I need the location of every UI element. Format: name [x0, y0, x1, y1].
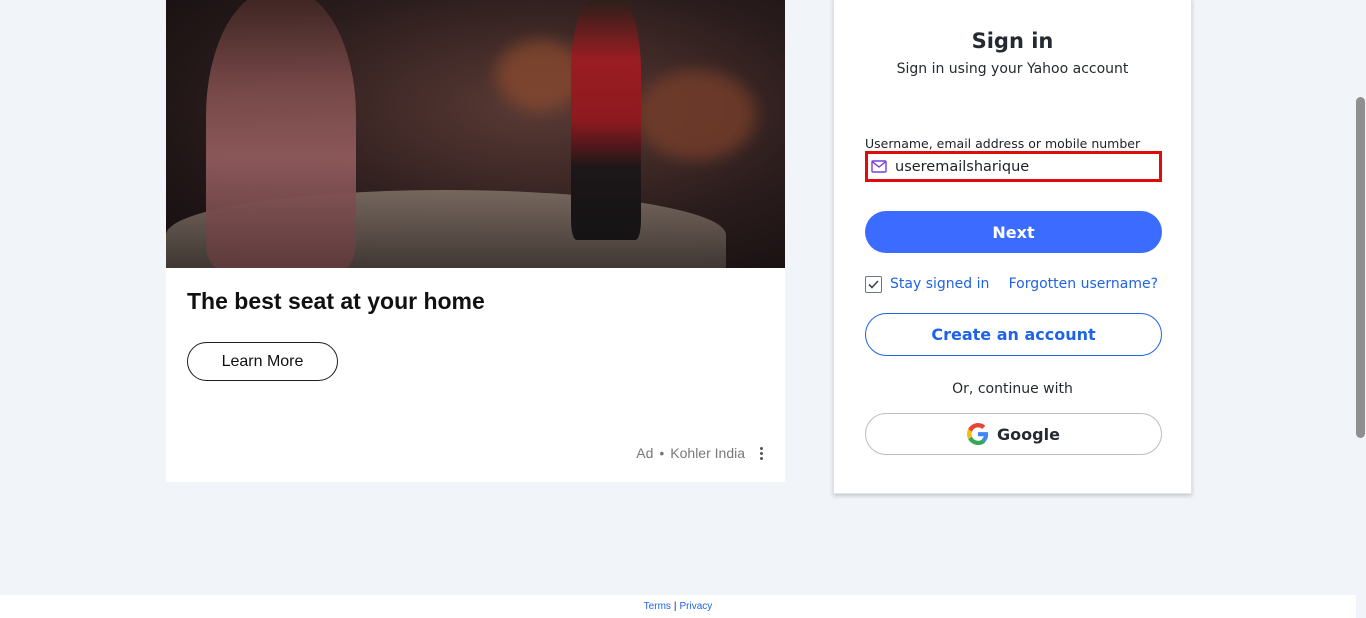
stay-signed-in-label[interactable]: Stay signed in — [890, 276, 989, 292]
ad-meta: Ad • Kohler India — [636, 445, 767, 461]
footer: Terms | Privacy — [0, 595, 1356, 618]
next-button[interactable]: Next — [865, 211, 1162, 253]
woman-figure — [206, 0, 356, 268]
privacy-link[interactable]: Privacy — [680, 601, 713, 612]
google-icon — [967, 423, 989, 445]
username-field[interactable] — [865, 151, 1162, 182]
signin-subtitle: Sign in using your Yahoo account — [896, 61, 1129, 77]
scrollbar-thumb[interactable] — [1356, 97, 1365, 438]
google-signin-button[interactable]: Google — [865, 413, 1162, 455]
stay-signed-in-group[interactable]: Stay signed in — [865, 275, 989, 293]
ad-video-image[interactable] — [166, 0, 785, 268]
create-account-button[interactable]: Create an account — [865, 313, 1162, 356]
username-label: Username, email address or mobile number — [865, 136, 1141, 151]
page: The best seat at your home Learn More Ad… — [0, 0, 1366, 618]
signin-title: Sign in — [971, 29, 1054, 53]
forgot-username-link[interactable]: Forgotten username? — [1009, 276, 1158, 292]
or-continue-text: Or, continue with — [952, 381, 1073, 397]
learn-more-button[interactable]: Learn More — [187, 342, 338, 381]
mail-icon — [869, 157, 889, 177]
ad-advertiser: Kohler India — [670, 445, 745, 461]
username-input[interactable] — [889, 154, 1159, 179]
terms-link[interactable]: Terms — [644, 601, 671, 612]
signin-card: Sign in Sign in using your Yahoo account… — [833, 0, 1192, 494]
ad-label: Ad — [636, 445, 654, 461]
ad-card[interactable]: The best seat at your home Learn More Ad… — [166, 0, 785, 482]
scrollbar-track[interactable] — [1356, 0, 1366, 595]
stay-signed-in-row: Stay signed in Forgotten username? — [865, 273, 1162, 295]
footer-separator: | — [673, 601, 677, 612]
lamp-glow — [636, 70, 756, 160]
stay-signed-in-checkbox[interactable] — [865, 275, 882, 293]
man-figure — [571, 0, 641, 240]
kebab-icon[interactable] — [755, 446, 767, 460]
check-icon — [868, 279, 879, 289]
google-button-label: Google — [997, 424, 1060, 444]
ad-headline[interactable]: The best seat at your home — [187, 288, 485, 315]
ad-separator: • — [659, 445, 665, 461]
